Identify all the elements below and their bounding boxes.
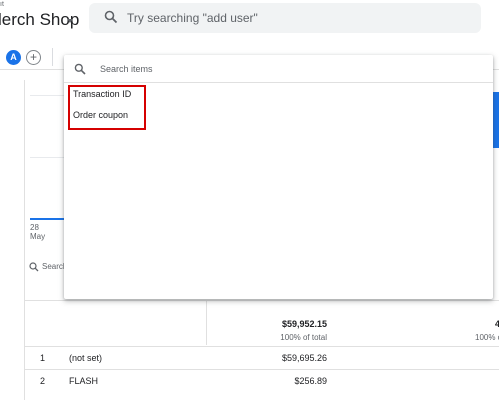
dropdown-search-placeholder: Search items [100, 64, 153, 74]
chart-bar [493, 92, 499, 148]
dropdown-search[interactable]: Search items [64, 55, 493, 83]
row-dimension: (not set) [69, 353, 103, 363]
row-value: $256.89 [294, 376, 327, 386]
chart-date-day: 28 [30, 223, 39, 232]
global-search-bar[interactable]: Try searching "add user" [89, 3, 481, 33]
total-percent: 100% of total [280, 333, 327, 342]
row-value: $59,695.26 [281, 353, 327, 363]
search-icon [29, 262, 39, 272]
total-percent: 100% o [475, 333, 499, 342]
top-bar: ıt lerch Shop Try searching "add user" [0, 0, 499, 48]
divider [52, 48, 53, 66]
global-search-placeholder: Try searching "add user" [127, 11, 258, 25]
total-value: 4 [495, 319, 499, 329]
chart-date-month: May [30, 232, 46, 241]
row-number: 1 [40, 353, 46, 363]
divider [25, 300, 499, 301]
row-number: 2 [40, 376, 46, 386]
add-comparison-button[interactable]: + [26, 50, 41, 65]
highlight-annotation-box [68, 85, 146, 130]
divider [206, 300, 207, 345]
total-value: $59,952.15 [281, 319, 327, 329]
chevron-down-icon[interactable] [67, 19, 73, 23]
comparison-avatar[interactable]: A [6, 50, 21, 65]
dimension-picker-dropdown: Search items Transaction ID Order coupon [64, 55, 493, 299]
search-icon [104, 10, 118, 24]
table-row[interactable]: 1 (not set) $59,695.26 [25, 346, 499, 369]
search-icon [74, 63, 86, 75]
table-row[interactable]: 2 FLASH $256.89 [25, 369, 499, 392]
row-dimension: FLASH [69, 376, 99, 386]
property-account-label: ıt [0, 1, 4, 8]
